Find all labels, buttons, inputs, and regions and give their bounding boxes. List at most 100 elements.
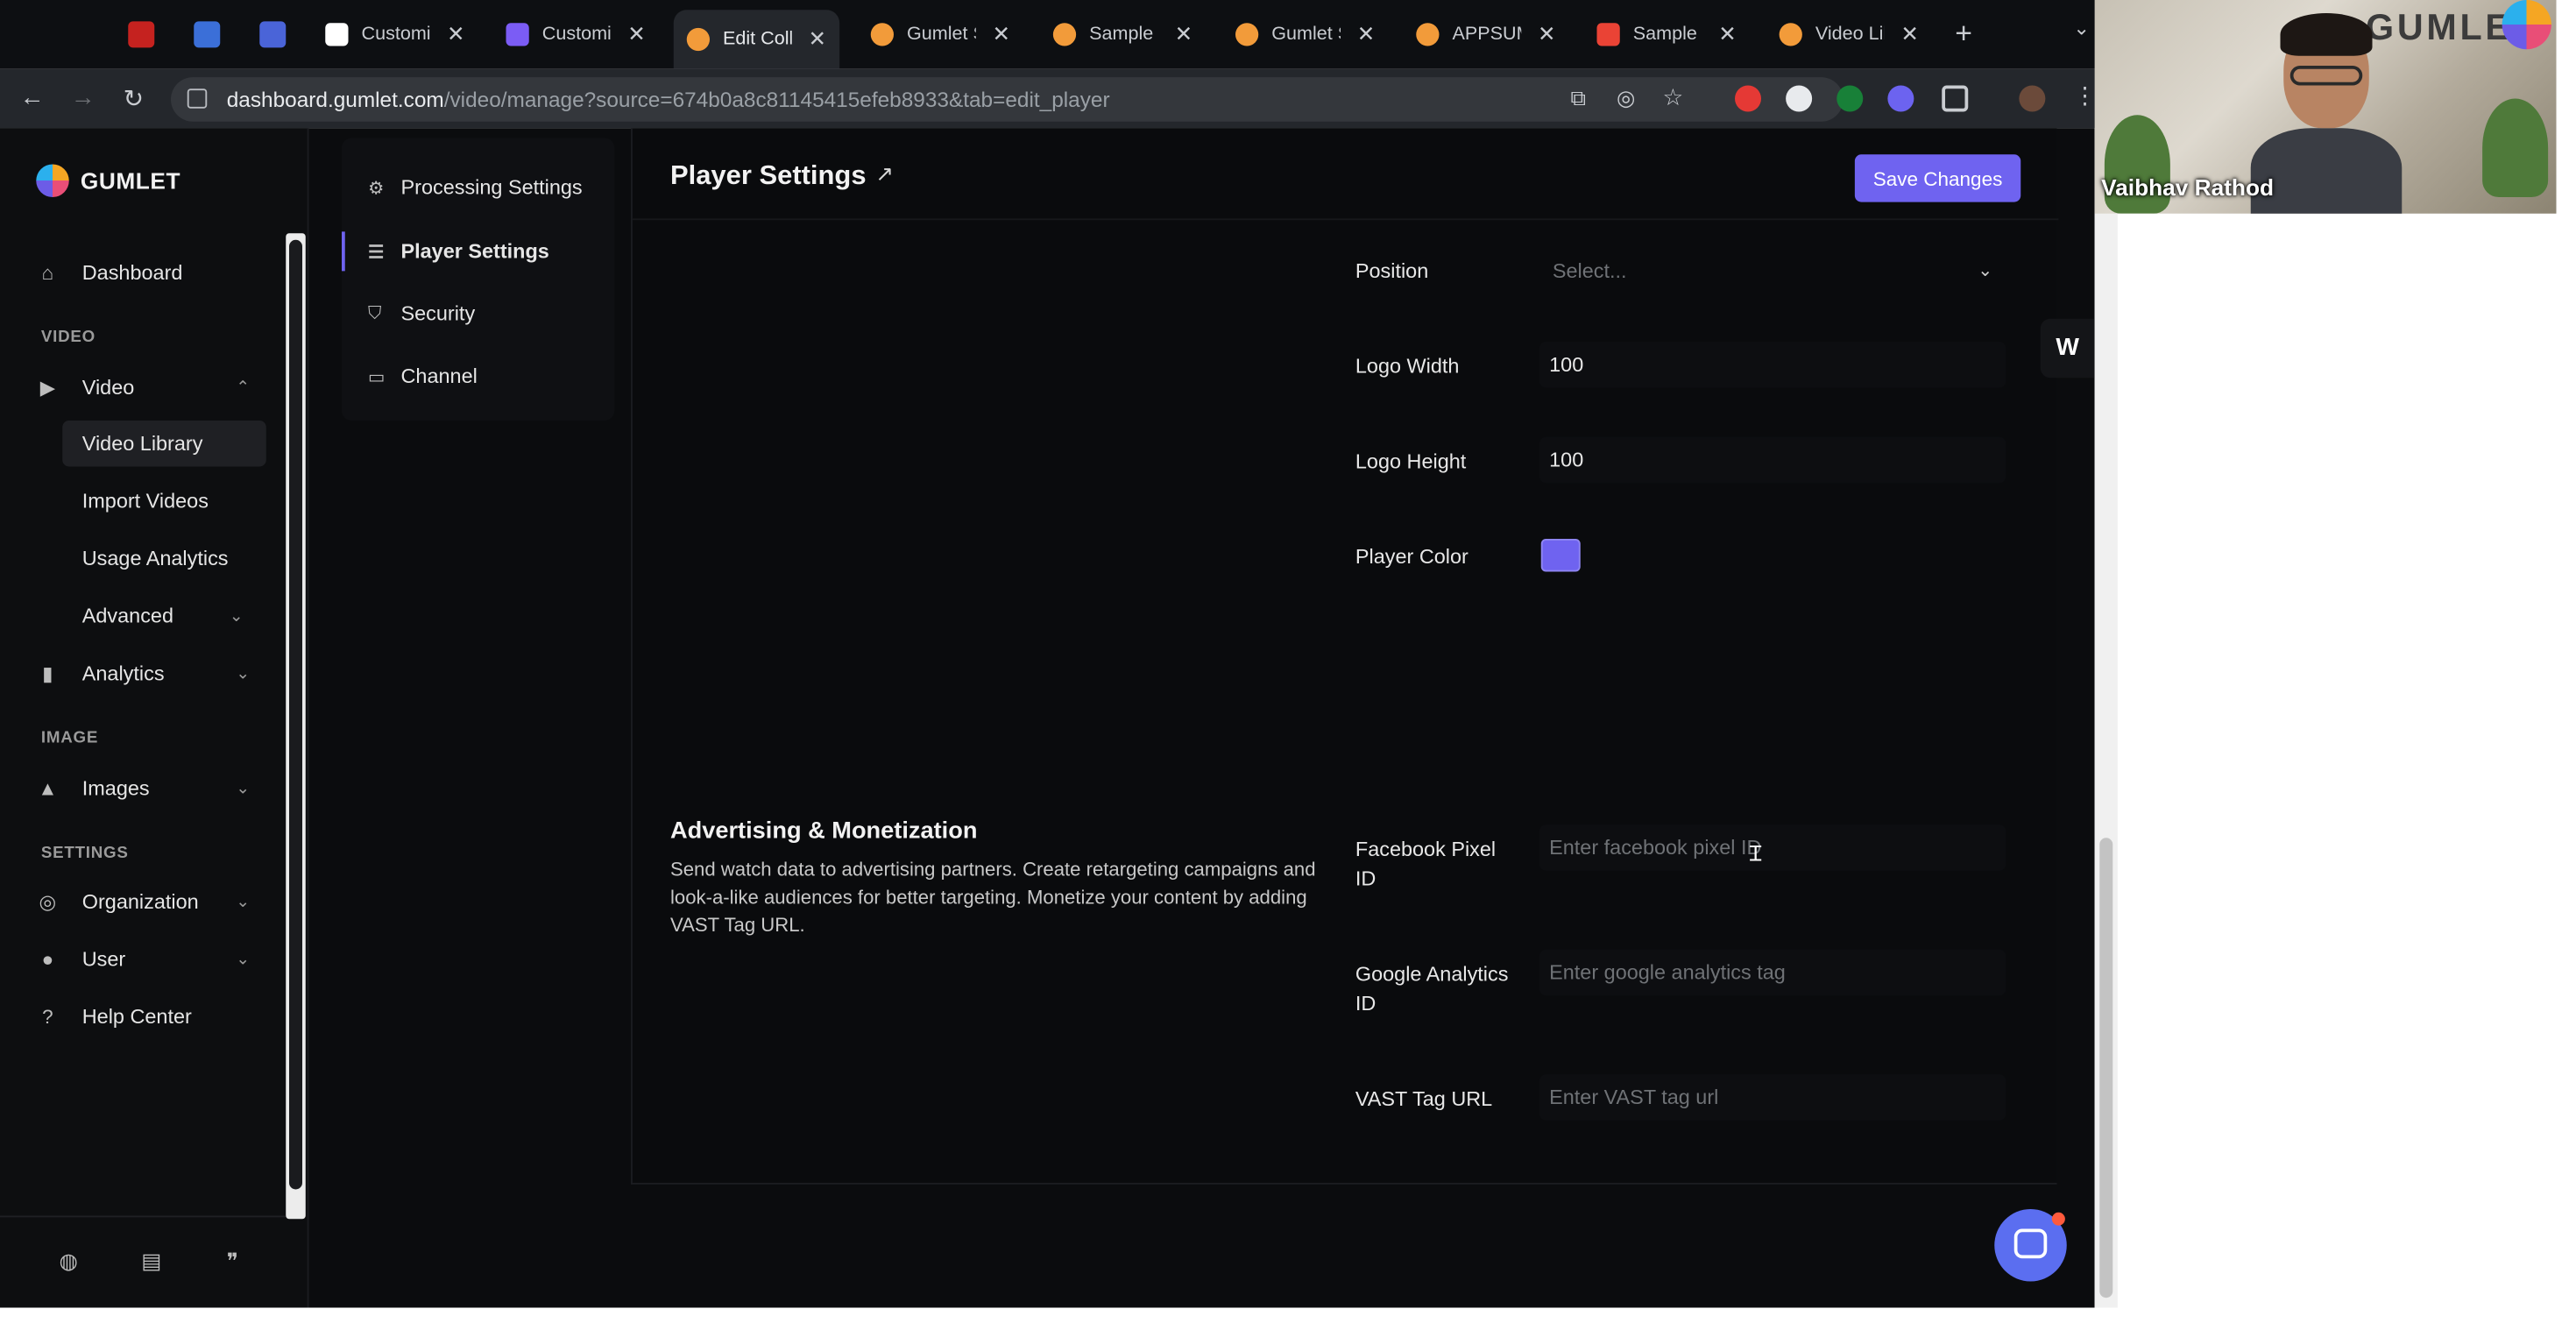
browser-tab[interactable]: Sample e ✕: [1584, 10, 1750, 59]
position-label: Position: [1355, 259, 1429, 283]
gumlet-logo-icon: [36, 164, 69, 197]
tab-close-icon[interactable]: ✕: [809, 26, 826, 53]
sidebar-item-video-library[interactable]: Video Library: [62, 421, 266, 467]
sidebar-item-dashboard[interactable]: ⌂ Dashboard: [36, 253, 250, 293]
sidebar-item-usage-analytics[interactable]: Usage Analytics: [62, 535, 266, 582]
vast-tag-label: VAST Tag URL: [1355, 1087, 1493, 1111]
globe-icon: ◎: [39, 890, 57, 914]
tab-close-icon[interactable]: ✕: [447, 21, 464, 47]
forward-arrow-icon[interactable]: →: [71, 84, 96, 112]
new-tab-icon[interactable]: +: [1955, 17, 1972, 51]
url-omnibox[interactable]: dashboard.gumlet.com/video/manage?source…: [171, 77, 1844, 122]
sidebar-item-label: Organization: [81, 890, 199, 914]
vast-tag-input[interactable]: [1539, 1074, 2006, 1121]
back-arrow-icon[interactable]: ←: [20, 84, 45, 112]
tab-favicon-icon: [506, 23, 529, 46]
sidebar-item-label: Advanced: [81, 605, 174, 628]
sidebar-item-import-videos[interactable]: Import Videos: [62, 478, 266, 525]
participant-hair: [2280, 13, 2373, 56]
tab-close-icon[interactable]: ✕: [1900, 21, 1918, 47]
browser-menu-icon[interactable]: ⋮: [2073, 82, 2096, 110]
app-pinned-tab-icon[interactable]: [259, 21, 287, 48]
site-info-icon[interactable]: [187, 88, 208, 109]
sidebar-item-organization[interactable]: ◎ Organization ⌄: [36, 882, 250, 922]
gumlet-dashboard: GUMLET ⌂ Dashboard VIDEO ▶ Video ⌃ Video…: [0, 128, 2095, 1308]
tab-close-icon[interactable]: ✕: [1175, 21, 1192, 47]
save-changes-button[interactable]: Save Changes: [1854, 154, 2021, 202]
browser-tab[interactable]: Gumlet S ✕: [858, 10, 1023, 59]
text-cursor-icon: Ɪ: [1749, 841, 1762, 867]
position-select[interactable]: Select... ⌄: [1539, 248, 2006, 294]
tab-channel[interactable]: ▭ Channel: [342, 357, 614, 396]
tab-close-icon[interactable]: ✕: [627, 21, 645, 47]
user-icon: ●: [41, 947, 54, 972]
sidebar-scrollbar-thumb[interactable]: [289, 239, 302, 1190]
section-label-video: VIDEO: [40, 329, 96, 347]
browser-tab[interactable]: APPSUMO ✕: [1403, 10, 1568, 59]
sidebar-item-label: Help Center: [81, 1005, 192, 1029]
tab-player-settings[interactable]: ☰ Player Settings: [342, 231, 614, 272]
tab-close-icon[interactable]: ✕: [993, 21, 1010, 47]
tab-close-icon[interactable]: ✕: [1538, 21, 1555, 47]
tab-favicon-icon: [686, 27, 710, 52]
player-color-swatch[interactable]: [1540, 539, 1581, 572]
position-select-value: Select...: [1552, 259, 1627, 283]
sidebar-item-user[interactable]: ● User ⌄: [36, 940, 250, 980]
browser-tab[interactable]: Customiz ✕: [312, 10, 478, 59]
sidebar-item-advanced[interactable]: Advanced ⌄: [62, 593, 266, 640]
help-circle-icon: ?: [42, 1005, 53, 1029]
sidebar-item-label: Dashboard: [81, 261, 183, 285]
participant-glasses: [2289, 66, 2363, 86]
wordpress-w-icon[interactable]: W: [2040, 318, 2095, 378]
browser-tab[interactable]: Sample V ✕: [1040, 10, 1206, 59]
tab-close-icon[interactable]: ✕: [1718, 21, 1736, 47]
tab-processing-settings[interactable]: ⚙ Processing Settings: [342, 167, 614, 207]
google-analytics-input[interactable]: [1539, 949, 2006, 996]
gmail-pinned-tab-icon[interactable]: [128, 21, 155, 48]
sidebar-item-video[interactable]: ▶ Video ⌃: [36, 368, 250, 407]
browser-tab-active[interactable]: Edit Colle ✕: [673, 10, 839, 69]
install-app-icon[interactable]: ⧉: [1571, 86, 1586, 112]
browser-tab[interactable]: Gumlet S ✕: [1222, 10, 1388, 59]
background-plant: [2482, 98, 2549, 197]
browser-tab[interactable]: Customiz ✕: [493, 10, 659, 59]
external-link-icon[interactable]: ↗: [875, 161, 893, 187]
extension-grammarly-icon[interactable]: [1836, 85, 1864, 112]
chevron-down-icon: ⌄: [236, 893, 250, 911]
support-chat-button[interactable]: [1994, 1209, 2067, 1282]
video-call-tile: GUMLET Vaibhav Rathod: [2094, 0, 2557, 214]
player-settings-panel: Player Settings ↗ Save Changes Position …: [631, 128, 2059, 1185]
extension-record-icon[interactable]: [1735, 85, 1761, 112]
globe-icon[interactable]: ◍: [60, 1249, 78, 1275]
page-title: Player Settings: [670, 160, 867, 191]
logo-width-input[interactable]: [1539, 342, 2006, 388]
tab-label: Processing Settings: [400, 175, 583, 199]
bar-chart-icon: ▮: [42, 661, 53, 685]
tab-search-chevron-icon[interactable]: ⌄: [2073, 17, 2090, 39]
tab-security[interactable]: ⛉ Security: [342, 294, 614, 334]
extension-w-icon[interactable]: [1786, 85, 1813, 112]
facebook-pixel-input[interactable]: [1539, 824, 2006, 871]
sidebar-item-images[interactable]: ▲ Images ⌄: [36, 769, 250, 809]
bookmark-star-icon[interactable]: ☆: [1663, 84, 1684, 112]
video-icon: ▶: [39, 376, 56, 400]
page-scrollbar-thumb[interactable]: [2099, 838, 2113, 1298]
sidebar-scrollbar[interactable]: [286, 233, 306, 1220]
chat-icon[interactable]: ▤: [141, 1249, 161, 1275]
reload-icon[interactable]: ↻: [124, 84, 145, 114]
logo-height-input[interactable]: [1539, 436, 2006, 484]
tab-favicon-icon: [1416, 23, 1440, 46]
sidebar-item-help-center[interactable]: ? Help Center: [36, 997, 250, 1036]
quote-icon[interactable]: ❞: [227, 1249, 238, 1275]
profile-avatar[interactable]: [2019, 85, 2046, 112]
sidebar-item-analytics[interactable]: ▮ Analytics ⌄: [36, 654, 250, 693]
extensions-puzzle-icon[interactable]: [1942, 85, 1969, 112]
eye-off-icon[interactable]: ◎: [1617, 86, 1635, 112]
browser-tab[interactable]: Video Lib ✕: [1766, 10, 1932, 59]
page-scrollbar[interactable]: [2094, 128, 2118, 1308]
extension-gear-icon[interactable]: [1887, 85, 1914, 112]
calendar-pinned-tab-icon[interactable]: [194, 21, 221, 48]
monitor-icon: ▭: [368, 367, 386, 387]
gumlet-logo[interactable]: GUMLET: [36, 164, 180, 197]
tab-close-icon[interactable]: ✕: [1357, 21, 1375, 47]
